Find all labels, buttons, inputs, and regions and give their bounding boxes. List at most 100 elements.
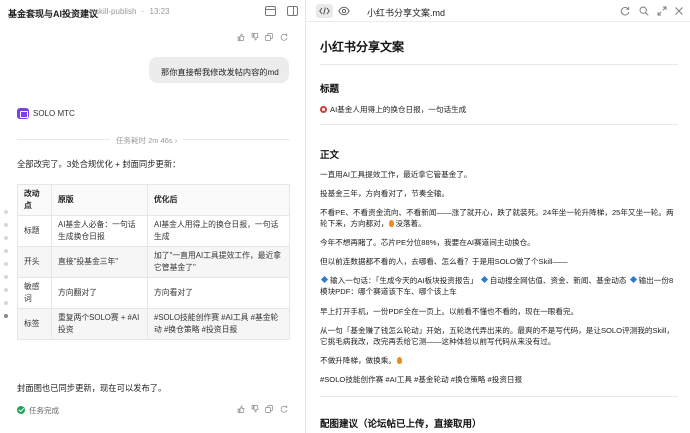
section-heading-title: 标题 bbox=[320, 84, 340, 95]
body-paragraph: 早上打开手机，一份PDF全在一页上。以前看不懂也不看的，现在一眼看完。 bbox=[320, 307, 579, 316]
user-message: 那你直接帮我修改发帖内容的md bbox=[149, 57, 289, 83]
table-cell: 加了"一直用AI工具提效工作，最近拿它管基金了" bbox=[147, 246, 290, 278]
scroll-dot[interactable] bbox=[4, 262, 8, 266]
scroll-dot[interactable] bbox=[4, 288, 8, 292]
body-paragraph: 今年不想再賭了。芯片PE分位88%，我要在AI赛道间主动换仓。 bbox=[320, 238, 535, 247]
chevron-right-icon: › bbox=[174, 136, 178, 145]
section-heading-cover: 配图建议（论坛帖已上传，直接取用） bbox=[320, 419, 482, 430]
body-paragraph: 不看PE、不看资金流向、不看新闻——涨了就开心，跌了就装死。24年坐一轮升降梯，… bbox=[320, 207, 678, 229]
body-paragraph: 不做升降梯，做换乘。 bbox=[320, 355, 678, 366]
workspace-title: 基金套现与AI投资建议 bbox=[8, 9, 99, 19]
thumbs-up-icon[interactable] bbox=[237, 405, 245, 413]
check-circle-icon bbox=[17, 406, 25, 414]
table-cell: 开头 bbox=[17, 246, 52, 278]
task-duration[interactable]: 任务耗时 2m 46s › bbox=[110, 135, 184, 146]
thumbs-down-icon[interactable] bbox=[251, 405, 259, 413]
agent-footer-note: 封面图也已同步更新，现在可以发布了。 bbox=[17, 383, 167, 393]
fire-icon bbox=[389, 220, 395, 227]
hashtags: #SOLO技能创作赛 #AI工具 #基金轮动 #换仓策略 #投资日报 bbox=[320, 375, 523, 384]
scroll-indicator[interactable] bbox=[4, 210, 9, 327]
table-header-cell: 优化后 bbox=[147, 184, 290, 216]
file-name: 小红书分享文案.md bbox=[367, 8, 446, 18]
body-paragraph: 一直用AI工具提效工作，最近拿它管基金了。 bbox=[320, 170, 472, 179]
fire-icon bbox=[396, 357, 402, 364]
heading-rule bbox=[320, 64, 678, 65]
code-icon bbox=[319, 7, 330, 15]
thumbs-up-icon[interactable] bbox=[237, 33, 245, 41]
preview-pane: 小红书分享文案.md 小红书分享文案 标题 AI基金人用得上的换仓日报，一句话生… bbox=[306, 0, 690, 433]
layout-panel-icon[interactable] bbox=[265, 6, 276, 16]
bullet-text: 输入一句话：「生成今天的AI板块投资报告」 bbox=[330, 276, 478, 285]
preview-toolbar: 小红书分享文案.md bbox=[306, 0, 690, 22]
copy-icon[interactable] bbox=[265, 33, 273, 41]
table-cell: 标签 bbox=[17, 308, 52, 340]
close-icon[interactable] bbox=[674, 6, 684, 16]
title-line: AI基金人用得上的换仓日报，一句话生成 bbox=[320, 104, 678, 115]
table-header-row: 改动点 原版 优化后 bbox=[17, 184, 290, 216]
body-paragraph-text: 不看PE、不看资金流向、不看新闻——涨了就开心，跌了就装死。24年坐一轮升降梯，… bbox=[320, 208, 674, 228]
diamond-bullet-icon bbox=[480, 275, 488, 284]
retry-icon[interactable] bbox=[280, 33, 288, 41]
scroll-dot-active[interactable] bbox=[4, 314, 8, 318]
solo-logo-icon bbox=[17, 108, 29, 119]
scroll-dot[interactable] bbox=[4, 301, 8, 305]
user-message-actions bbox=[237, 33, 297, 43]
table-cell: AI基金人必备：一句话生成换仓日报 bbox=[51, 215, 148, 247]
table-cell: 重复两个SOLO赛 + #AI投资 bbox=[51, 308, 148, 340]
scroll-dot[interactable] bbox=[4, 249, 8, 253]
agent-name: SOLO MTC bbox=[33, 109, 75, 118]
scroll-dot[interactable] bbox=[4, 210, 8, 214]
branch-name: skill-publish bbox=[95, 7, 137, 16]
branch-time: 13:23 bbox=[149, 7, 170, 16]
title-line-text: AI基金人用得上的换仓日报，一句话生成 bbox=[330, 105, 467, 114]
separator: · bbox=[141, 7, 145, 16]
eye-icon[interactable] bbox=[338, 6, 350, 16]
refresh-icon[interactable] bbox=[620, 6, 630, 16]
copy-icon[interactable] bbox=[265, 405, 273, 413]
table-row: 敏感词 方向翻对了 方向看对了 bbox=[17, 277, 290, 309]
retry-icon[interactable] bbox=[280, 405, 288, 413]
body-paragraph: 输入一句话：「生成今天的AI板块投资报告」 自动搜全网估值、资金、新闻、基金动态… bbox=[320, 275, 678, 297]
body-paragraph: 从一句「基金赚了钱怎么轮动」开始，五轮迭代弄出来的。最爽的不是写代码，是让SOL… bbox=[320, 326, 674, 346]
table-cell: 直接"投基金三年" bbox=[51, 246, 148, 278]
table-row: 标题 AI基金人必备：一句话生成换仓日报 AI基金人用得上的换仓日报，一句话生成 bbox=[17, 215, 290, 247]
diamond-bullet-icon bbox=[629, 275, 637, 284]
search-icon[interactable] bbox=[639, 6, 649, 16]
thumbs-down-icon[interactable] bbox=[251, 33, 259, 41]
target-icon bbox=[320, 106, 327, 113]
task-status-label: 任务完成 bbox=[29, 406, 59, 415]
branch-info[interactable]: ⑂ skill-publish · 13:23 bbox=[88, 7, 170, 16]
diamond-bullet-icon bbox=[320, 275, 329, 284]
doc-title: 小红书分享文案 bbox=[320, 40, 405, 54]
scroll-dot[interactable] bbox=[4, 236, 8, 240]
table-row: 开头 直接"投基金三年" 加了"一直用AI工具提效工作，最近拿它管基金了" bbox=[17, 246, 290, 278]
split-panel-icon[interactable] bbox=[287, 6, 298, 16]
body-paragraph: 投基金三年，方向看对了，节奏全输。 bbox=[320, 189, 450, 198]
code-view-button[interactable] bbox=[316, 4, 333, 18]
agent-summary: 全部改完了。3处合规优化 + 封面同步更新： bbox=[17, 159, 181, 169]
body-paragraph-text: 不做升降梯，做换乘。 bbox=[320, 356, 396, 365]
table-cell: AI基金人用得上的换仓日报，一句话生成 bbox=[147, 215, 290, 247]
table-cell: #SOLO技能创作赛 #AI工具 #基金轮动 #换仓策略 #投资日报 bbox=[147, 308, 290, 340]
changes-table: 改动点 原版 优化后 标题 AI基金人必备：一句话生成换仓日报 AI基金人用得上… bbox=[17, 184, 290, 340]
chat-pane: 基金套现与AI投资建议 ⑂ skill-publish · 13:23 那你直接… bbox=[0, 0, 305, 433]
scroll-dot[interactable] bbox=[4, 275, 8, 279]
section-rule bbox=[320, 124, 678, 125]
branch-icon: ⑂ bbox=[88, 7, 93, 16]
table-row: 标签 重复两个SOLO赛 + #AI投资 #SOLO技能创作赛 #AI工具 #基… bbox=[17, 308, 290, 340]
chat-header: 基金套现与AI投资建议 ⑂ skill-publish · 13:23 bbox=[0, 0, 305, 24]
body-paragraph: 但以前连数据都不看的人，去哪看、怎么看？于是用SOLO做了个Skill—— bbox=[320, 257, 568, 266]
task-duration-label: 任务耗时 2m 46s bbox=[116, 136, 173, 145]
section-heading-body: 正文 bbox=[320, 150, 340, 161]
body-paragraph-text: 没落着。 bbox=[395, 219, 426, 228]
table-cell: 标题 bbox=[17, 215, 52, 247]
agent-message-actions bbox=[237, 405, 297, 415]
bullet-text: 自动搜全网估值、资金、新闻、基金动态 bbox=[489, 276, 627, 285]
table-cell: 敏感词 bbox=[17, 277, 52, 309]
table-cell: 方向看对了 bbox=[147, 277, 290, 309]
scroll-dot[interactable] bbox=[4, 223, 8, 227]
expand-icon[interactable] bbox=[657, 6, 667, 16]
table-header-cell: 改动点 bbox=[17, 184, 52, 216]
table-header-cell: 原版 bbox=[51, 184, 148, 216]
section-rule bbox=[320, 396, 678, 397]
